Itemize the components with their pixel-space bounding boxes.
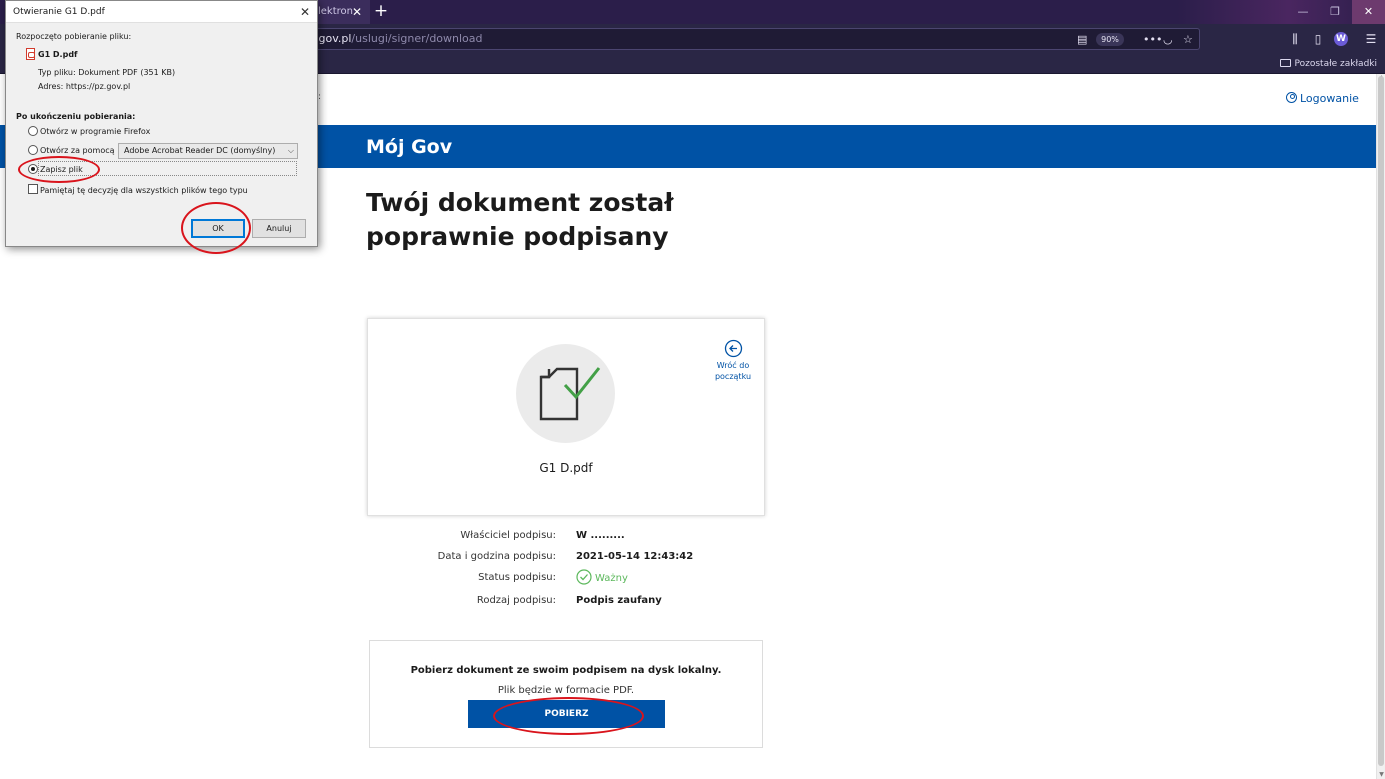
radio-save-file[interactable] xyxy=(28,164,38,174)
signed-document-icon xyxy=(539,367,601,421)
bookmark-star-icon[interactable]: ☆ xyxy=(1183,34,1193,46)
login-link[interactable]: Logowanie xyxy=(1286,92,1359,106)
scroll-thumb[interactable] xyxy=(1378,76,1384,766)
info-label: Data i godzina podpisu: xyxy=(437,551,556,562)
status-label: Ważny xyxy=(595,573,628,584)
zoom-level[interactable]: 90% xyxy=(1096,33,1124,46)
browser-window: lektron ✕ + — ❐ ✕ .gov.pl/uslugi/signer/… xyxy=(0,0,1385,779)
user-icon xyxy=(1286,92,1297,103)
chevron-down-icon: ⌵ xyxy=(287,146,294,155)
info-label: Właściciel podpisu: xyxy=(460,530,556,541)
other-bookmarks-label: Pozostałe zakładki xyxy=(1294,59,1377,69)
signature-status-row: Status podpisu: Ważny xyxy=(369,569,769,587)
back-link-label: Wróć do początku xyxy=(714,361,752,381)
page-scrollbar[interactable]: ▲ ▼ xyxy=(1376,74,1385,779)
document-icon-circle xyxy=(516,344,615,443)
signature-date-row: Data i godzina podpisu: 2021-05-14 12:43… xyxy=(369,548,769,566)
open-with-app-value: Adobe Acrobat Reader DC (domyślny) xyxy=(124,146,276,155)
ok-button[interactable]: OK xyxy=(191,219,245,238)
new-tab-icon[interactable]: + xyxy=(372,0,390,24)
tab-close-icon[interactable]: ✕ xyxy=(350,0,364,24)
download-panel: Pobierz dokument ze swoim podpisem na dy… xyxy=(369,640,763,748)
download-started-label: Rozpoczęto pobieranie pliku: xyxy=(16,32,132,41)
radio-open-firefox[interactable] xyxy=(28,126,38,136)
sidebar-icon[interactable]: ▯ xyxy=(1310,31,1326,47)
banner-title[interactable]: Mój Gov xyxy=(366,135,452,159)
arrow-left-circle-icon xyxy=(724,339,742,358)
url-host: .gov.pl xyxy=(315,32,352,45)
download-subtitle: Plik będzie w formacie PDF. xyxy=(497,685,635,696)
login-label: Logowanie xyxy=(1300,92,1359,105)
file-type-label: Typ pliku: Dokument PDF (351 KB) xyxy=(38,68,176,77)
document-card: G1 D.pdf Wróć do początku xyxy=(367,318,765,516)
check-circle-icon xyxy=(576,569,592,585)
pocket-icon[interactable]: ◡ xyxy=(1163,34,1173,46)
other-bookmarks[interactable]: Pozostałe zakładki xyxy=(1279,57,1377,71)
signature-owner-row: Właściciel podpisu: W ......... xyxy=(369,527,769,545)
open-with-app-select[interactable]: Adobe Acrobat Reader DC (domyślny) ⌵ xyxy=(118,143,298,159)
open-with-label[interactable]: Otwórz za pomocą xyxy=(40,145,115,156)
restore-icon[interactable]: ❐ xyxy=(1320,0,1350,24)
library-icon[interactable]: ⫼ xyxy=(1287,31,1303,47)
page-title: Twój dokument został poprawnie podpisany xyxy=(366,188,674,251)
dialog-file-name: G1 D.pdf xyxy=(38,50,78,59)
extension-w-icon[interactable]: W xyxy=(1334,32,1348,46)
download-button[interactable]: POBIERZ xyxy=(468,700,665,728)
minimize-icon[interactable]: — xyxy=(1288,0,1318,24)
open-firefox-label[interactable]: Otwórz w programie Firefox xyxy=(40,126,150,137)
folder-icon xyxy=(1279,59,1291,67)
cancel-button[interactable]: Anuluj xyxy=(252,219,306,238)
info-value: W ......... xyxy=(576,530,625,541)
status-badge: Ważny xyxy=(576,569,628,588)
url-path: /uslugi/signer/download xyxy=(351,32,483,45)
radio-open-with[interactable] xyxy=(28,145,38,155)
info-value: Podpis zaufany xyxy=(576,595,662,606)
document-name: G1 D.pdf xyxy=(539,461,593,475)
menu-icon[interactable]: ☰ xyxy=(1363,31,1379,47)
page-actions-icon[interactable]: ••• xyxy=(1143,34,1162,46)
info-label: Status podpisu: xyxy=(478,572,556,583)
back-to-start-link[interactable]: Wróć do początku xyxy=(708,339,758,382)
save-file-label[interactable]: Zapisz plik xyxy=(40,164,83,175)
tab-label: lektron xyxy=(318,6,353,17)
info-label: Rodzaj podpisu: xyxy=(476,595,556,606)
pdf-file-icon xyxy=(26,48,35,60)
url-bar[interactable]: .gov.pl/uslugi/signer/download ▤ ••• ◡ ☆ xyxy=(300,28,1200,50)
info-value: 2021-05-14 12:43:42 xyxy=(576,551,694,562)
logo-fragment: : xyxy=(318,92,322,102)
download-dialog: Otwieranie G1 D.pdf ✕ Rozpoczęto pobiera… xyxy=(5,0,318,247)
scroll-down-icon[interactable]: ▼ xyxy=(1377,771,1385,779)
remember-checkbox[interactable] xyxy=(28,184,38,194)
dialog-title: Otwieranie G1 D.pdf xyxy=(13,7,105,17)
window-close-icon[interactable]: ✕ xyxy=(1352,0,1385,24)
signature-type-row: Rodzaj podpisu: Podpis zaufany xyxy=(369,592,769,610)
download-title: Pobierz dokument ze swoim podpisem na dy… xyxy=(410,665,722,676)
reader-view-icon[interactable]: ▤ xyxy=(1077,34,1087,46)
file-address-label: Adres: https://pz.gov.pl xyxy=(38,82,131,91)
after-download-label: Po ukończeniu pobierania: xyxy=(16,112,136,121)
dialog-close-icon[interactable]: ✕ xyxy=(293,1,317,23)
remember-label[interactable]: Pamiętaj tę decyzję dla wszystkich plikó… xyxy=(40,185,248,196)
dialog-titlebar[interactable]: Otwieranie G1 D.pdf ✕ xyxy=(6,1,317,23)
